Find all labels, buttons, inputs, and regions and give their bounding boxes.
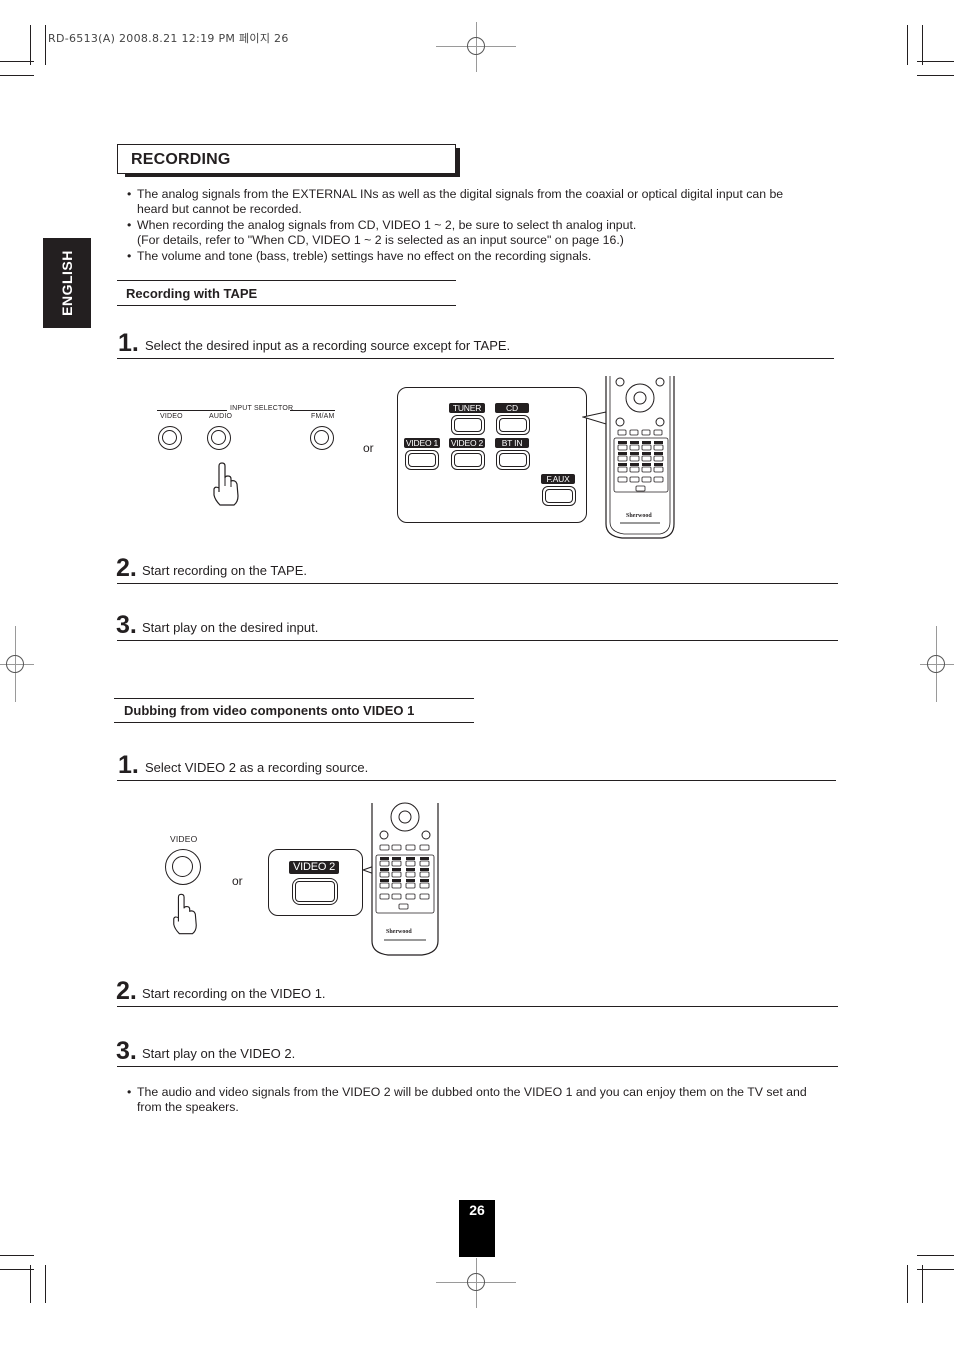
f-aux-button[interactable] — [542, 486, 576, 506]
knob-label-video: VIDEO — [160, 413, 183, 420]
page-number: 26 — [459, 1200, 495, 1257]
note-bullet: • — [127, 218, 132, 232]
video1-button[interactable] — [405, 450, 439, 470]
video2-button[interactable] — [451, 450, 485, 470]
cd-button[interactable] — [496, 415, 530, 435]
print-stamp: RD-6513(A) 2008.8.21 12:19 PM 페이지 26 — [48, 32, 289, 45]
note-bullet: • — [127, 1085, 132, 1099]
video2-button[interactable] — [292, 878, 338, 905]
section-title-shadow — [456, 148, 460, 177]
step-text: Select VIDEO 2 as a recording source. — [145, 760, 369, 775]
bt-in-button[interactable] — [496, 450, 530, 470]
knob-label-video: VIDEO — [170, 834, 198, 844]
pointing-hand-icon — [213, 462, 239, 506]
step-number: 1. — [118, 329, 139, 357]
language-tab: ENGLISH — [43, 238, 91, 328]
button-label-video2: VIDEO 2 — [449, 438, 485, 448]
dubbing-note: The audio and video signals from the VID… — [137, 1085, 807, 1099]
knob-label-audio: AUDIO — [209, 413, 233, 420]
step-number: 3. — [116, 1037, 137, 1065]
tuner-button[interactable] — [451, 415, 485, 435]
or-label: or — [363, 441, 374, 455]
button-label-cd: CD — [495, 403, 529, 413]
audio-knob[interactable] — [207, 426, 231, 450]
button-label-tuner: TUNER — [449, 403, 485, 413]
or-label: or — [232, 874, 243, 888]
step-text: Select the desired input as a recording … — [145, 338, 511, 353]
note-bullet: • — [127, 187, 132, 201]
svg-text:Sherwood: Sherwood — [626, 513, 652, 519]
svg-text:Sherwood: Sherwood — [386, 929, 412, 935]
step-number: 3. — [116, 611, 137, 639]
pointing-hand-icon — [173, 893, 197, 935]
subsection-title-tape: Recording with TAPE — [126, 286, 258, 301]
step-text: Start recording on the TAPE. — [142, 563, 307, 578]
note-text: The analog signals from the EXTERNAL INs… — [137, 187, 784, 201]
step-number: 2. — [116, 977, 137, 1005]
button-label-video2: VIDEO 2 — [289, 861, 339, 874]
section-title: RECORDING — [131, 151, 231, 168]
remote-control-illustration: Sherwood — [362, 802, 439, 956]
note-bullet: • — [127, 249, 132, 263]
subsection-title-dubbing: Dubbing from video components onto VIDEO… — [124, 703, 415, 718]
video-knob[interactable] — [158, 426, 182, 450]
button-label-faux: F.AUX — [541, 474, 575, 484]
button-label-btin: BT IN — [495, 438, 529, 448]
input-selector-label: INPUT SELECTOR — [230, 405, 294, 412]
language-label: ENGLISH — [59, 250, 75, 316]
video-knob[interactable] — [165, 849, 201, 885]
step-text: Start recording on the VIDEO 1. — [142, 986, 326, 1001]
step-text: Start play on the desired input. — [142, 620, 319, 635]
note-text: heard but cannot be recorded. — [137, 202, 302, 216]
note-text: The volume and tone (bass, treble) setti… — [137, 249, 592, 263]
remote-control-illustration: Sherwood — [582, 376, 675, 539]
knob-label-fmam: FM/AM — [311, 413, 335, 420]
note-text: (For details, refer to "When CD, VIDEO 1… — [137, 233, 624, 247]
dubbing-note: from the speakers. — [137, 1100, 239, 1114]
step-text: Start play on the VIDEO 2. — [142, 1046, 296, 1061]
step-number: 2. — [116, 554, 137, 582]
step-number: 1. — [118, 751, 139, 779]
fm-am-knob[interactable] — [310, 426, 334, 450]
button-label-video1: VIDEO 1 — [404, 438, 440, 448]
note-text: When recording the analog signals from C… — [137, 218, 637, 232]
